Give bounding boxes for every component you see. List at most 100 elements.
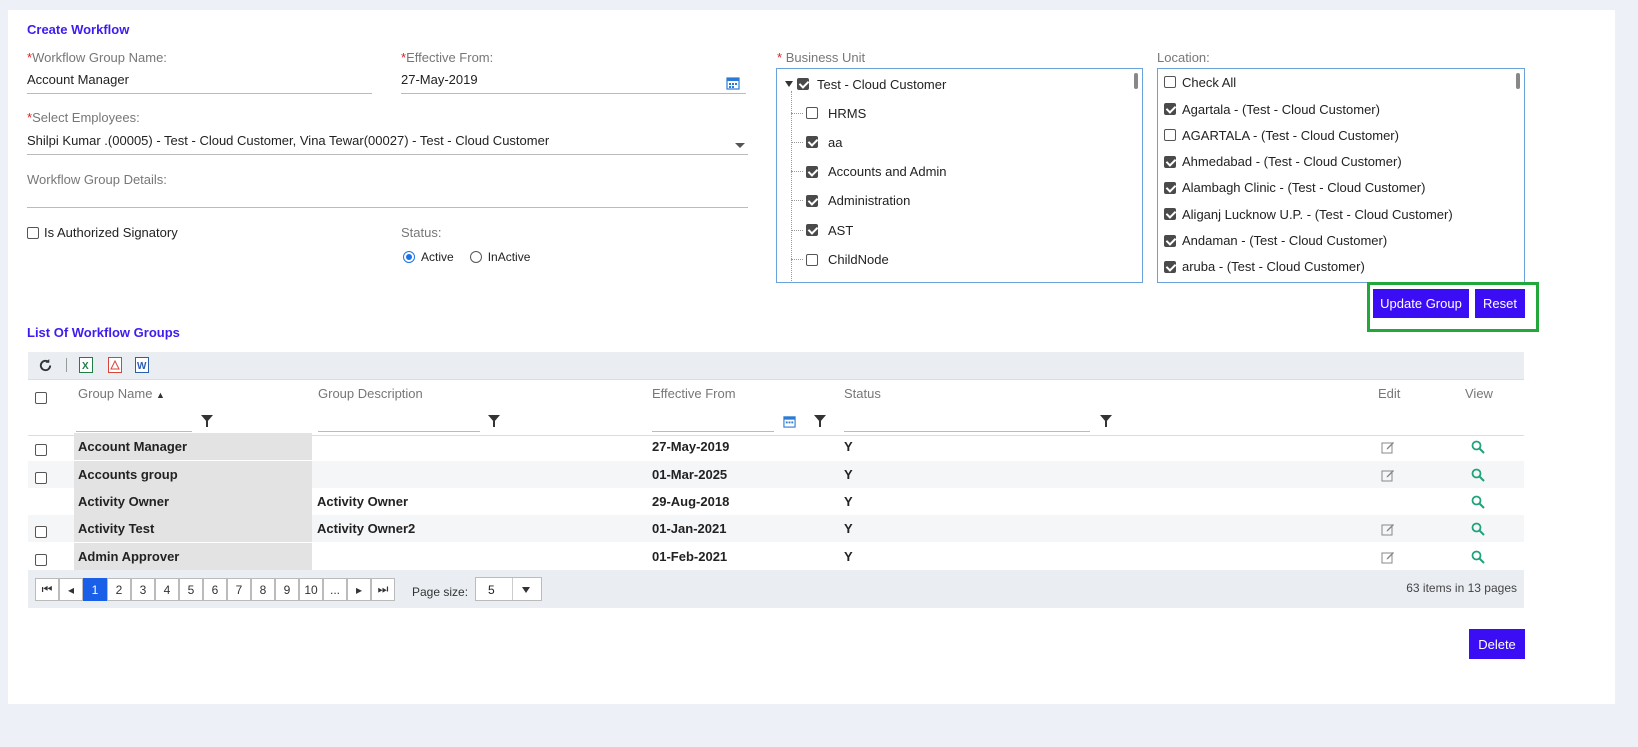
pager-page-button[interactable]: 2: [107, 578, 131, 601]
row-checkbox[interactable]: [35, 471, 47, 484]
location-item-checkbox[interactable]: [1164, 234, 1176, 247]
pager-page-button[interactable]: ...: [323, 578, 347, 601]
status-active-radio[interactable]: [403, 251, 415, 263]
pager-page-button[interactable]: 5: [179, 578, 203, 601]
table-row[interactable]: Activity Test Activity Owner2 01-Jan-2021 Y: [28, 515, 1524, 542]
pager-page-button[interactable]: 1: [83, 578, 107, 601]
group-name-input[interactable]: Account Manager: [27, 72, 372, 94]
tree-child-checkbox[interactable]: [806, 136, 818, 149]
refresh-icon[interactable]: [38, 358, 53, 376]
pager-last-button[interactable]: ⏭: [371, 578, 395, 601]
tree-child-row[interactable]: aa: [791, 130, 842, 154]
location-item[interactable]: aruba - (Test - Cloud Customer): [1164, 255, 1365, 279]
view-search-icon[interactable]: [1471, 433, 1485, 460]
select-all-checkbox[interactable]: [35, 391, 47, 404]
filter-group-name-input[interactable]: [76, 410, 192, 432]
row-checkbox[interactable]: [35, 443, 47, 456]
tree-expand-icon[interactable]: [785, 81, 793, 87]
filter-description-input[interactable]: [318, 410, 480, 432]
filter-status-icon[interactable]: [1100, 415, 1112, 427]
tree-child-row[interactable]: ChildNode: [791, 248, 889, 272]
pager-page-button[interactable]: 3: [131, 578, 155, 601]
filter-status-input[interactable]: [844, 410, 1090, 432]
page-size-select[interactable]: 5: [475, 577, 542, 601]
location-item[interactable]: Agartala - (Test - Cloud Customer): [1164, 97, 1380, 121]
tree-child-checkbox[interactable]: [806, 253, 818, 266]
tree-child-checkbox[interactable]: [806, 224, 818, 237]
location-item-checkbox[interactable]: [1164, 155, 1176, 168]
excel-export-icon[interactable]: X: [79, 357, 93, 376]
view-search-icon[interactable]: [1471, 543, 1485, 570]
status-inactive-radio[interactable]: [469, 251, 482, 263]
location-check-all-row[interactable]: Check All: [1164, 70, 1236, 94]
location-item-checkbox[interactable]: [1164, 181, 1176, 194]
tree-child-checkbox[interactable]: [806, 194, 818, 207]
pager-page-button[interactable]: 6: [203, 578, 227, 601]
pager-page-button[interactable]: 8: [251, 578, 275, 601]
col-status[interactable]: Status: [844, 386, 881, 401]
filter-calendar-icon[interactable]: [783, 415, 796, 431]
location-list[interactable]: Check All Agartala - (Test - Cloud Custo…: [1157, 68, 1525, 283]
group-details-input[interactable]: [27, 190, 748, 208]
calendar-icon[interactable]: [726, 76, 740, 93]
location-item[interactable]: AGARTALA - (Test - Cloud Customer): [1164, 123, 1399, 147]
pager-prev-button[interactable]: ◂: [59, 578, 83, 601]
word-export-icon[interactable]: W: [135, 357, 149, 376]
update-group-button[interactable]: Update Group: [1373, 289, 1469, 318]
delete-button[interactable]: Delete: [1469, 629, 1525, 659]
tree-child-checkbox[interactable]: [806, 107, 818, 119]
table-row[interactable]: Admin Approver 01-Feb-2021 Y: [28, 543, 1524, 570]
select-employees-dropdown[interactable]: Shilpi Kumar .(00005) - Test - Cloud Cus…: [27, 133, 748, 155]
pager-page-button[interactable]: 4: [155, 578, 179, 601]
location-item[interactable]: Alambagh Clinic - (Test - Cloud Customer…: [1164, 176, 1425, 200]
location-item-checkbox[interactable]: [1164, 103, 1176, 115]
view-search-icon[interactable]: [1471, 461, 1485, 488]
effective-from-input[interactable]: 27-May-2019: [401, 72, 746, 94]
location-item[interactable]: Andaman - (Test - Cloud Customer): [1164, 229, 1387, 253]
view-search-icon[interactable]: [1471, 515, 1485, 542]
col-effective-from[interactable]: Effective From: [652, 386, 736, 401]
tree-child-row[interactable]: HRMS: [791, 101, 866, 125]
col-group-description[interactable]: Group Description: [318, 386, 423, 401]
pager-page-button[interactable]: 10: [299, 578, 323, 601]
pager-page-button[interactable]: 7: [227, 578, 251, 601]
chevron-down-icon[interactable]: [522, 587, 530, 593]
view-search-icon[interactable]: [1471, 488, 1485, 515]
tree-child-row[interactable]: Accounts and Admin: [791, 160, 947, 184]
row-checkbox[interactable]: [35, 553, 47, 566]
filter-effective-from-icon[interactable]: [814, 415, 826, 427]
edit-icon[interactable]: [1381, 543, 1395, 570]
tree-child-row[interactable]: Administration: [791, 189, 910, 213]
location-item-checkbox[interactable]: [1164, 208, 1176, 221]
row-checkbox[interactable]: [35, 525, 47, 538]
tree-child-checkbox[interactable]: [806, 165, 818, 178]
tree-root-checkbox[interactable]: [797, 78, 809, 90]
reset-button[interactable]: Reset: [1475, 289, 1525, 318]
pdf-export-icon[interactable]: [108, 357, 122, 376]
filter-group-name-icon[interactable]: [201, 415, 213, 427]
location-item-checkbox[interactable]: [1164, 129, 1176, 142]
location-item[interactable]: Ahmedabad - (Test - Cloud Customer): [1164, 150, 1402, 174]
location-item-checkbox[interactable]: [1164, 260, 1176, 273]
pager-first-button[interactable]: ⏮: [35, 578, 59, 601]
pager-page-button[interactable]: 9: [275, 578, 299, 601]
chevron-down-icon[interactable]: [735, 143, 745, 148]
edit-icon[interactable]: [1381, 461, 1395, 488]
table-row[interactable]: Accounts group 01-Mar-2025 Y: [28, 461, 1524, 488]
edit-icon[interactable]: [1381, 433, 1395, 460]
col-group-name[interactable]: Group Name ▲: [78, 386, 165, 401]
location-check-all-checkbox[interactable]: [1164, 76, 1176, 88]
business-unit-tree[interactable]: Test - Cloud Customer HRMS aa Accounts and…: [776, 68, 1143, 283]
tree-root-row[interactable]: Test - Cloud Customer: [785, 72, 946, 96]
business-unit-scrollbar[interactable]: [1134, 73, 1138, 89]
filter-effective-from-input[interactable]: [652, 410, 774, 432]
filter-description-icon[interactable]: [488, 415, 500, 427]
location-item[interactable]: Aliganj Lucknow U.P. - (Test - Cloud Cus…: [1164, 202, 1453, 226]
tree-child-row[interactable]: AST: [791, 218, 853, 242]
pager-next-button[interactable]: ▸: [347, 578, 371, 601]
table-row[interactable]: Account Manager 27-May-2019 Y: [28, 433, 1524, 460]
authorized-signatory-checkbox[interactable]: [27, 226, 39, 239]
edit-icon[interactable]: [1381, 515, 1395, 542]
location-scrollbar[interactable]: [1516, 73, 1520, 89]
table-row[interactable]: Activity Owner Activity Owner 29-Aug-2018 Y: [28, 488, 1524, 515]
